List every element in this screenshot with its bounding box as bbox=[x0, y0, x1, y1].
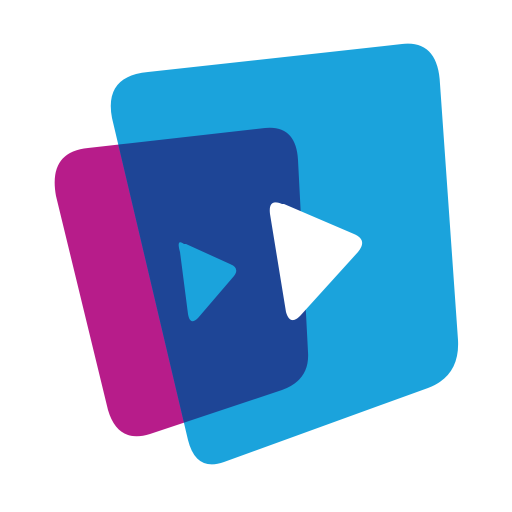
app-logo bbox=[0, 0, 512, 512]
logo-graphic bbox=[54, 43, 459, 465]
